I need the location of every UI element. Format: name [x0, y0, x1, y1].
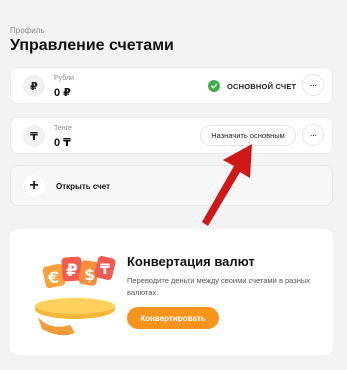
account-balance: 0 ₸ [54, 137, 71, 149]
ruble-symbol: ₽ [66, 261, 78, 281]
open-account-label: Открыть счет [56, 182, 111, 191]
account-name: Тенге [54, 125, 72, 132]
tenge-currency-icon: ₸ [23, 125, 45, 147]
account-name: Рубли [54, 75, 74, 82]
account-card-kzt[interactable]: ₸ Тенге 0 ₸ Назначить основным ··· [10, 117, 333, 154]
conversion-card: € ₽ $ ₸ Конвертация валют Переводите ден… [10, 229, 333, 355]
conversion-description: Переводите деньги между своими счетами в… [127, 276, 310, 297]
page-title: Управление счетами [10, 37, 174, 54]
main-account-badge: ОСНОВНОЙ СЧЕТ [227, 82, 297, 91]
tenge-symbol: ₸ [100, 262, 110, 278]
dollar-symbol: $ [84, 265, 95, 284]
open-account-button[interactable]: + Открыть счет [10, 165, 333, 206]
account-balance: 0 ₽ [54, 87, 71, 99]
check-icon [208, 80, 220, 92]
more-options-button[interactable]: ··· [302, 124, 324, 146]
make-main-button[interactable]: Назначить основным [200, 125, 296, 146]
more-options-button[interactable]: ··· [302, 74, 324, 96]
currency-tray-illustration: € ₽ $ ₸ [35, 255, 116, 336]
plus-icon: + [23, 175, 45, 197]
euro-symbol: € [47, 268, 59, 287]
convert-button[interactable]: Конвертировать [127, 307, 219, 329]
account-card-rub[interactable]: ₽ Рубли 0 ₽ ОСНОВНОЙ СЧЕТ ··· [10, 67, 333, 104]
ruble-currency-icon: ₽ [23, 75, 45, 97]
breadcrumb[interactable]: Профиль [10, 26, 45, 35]
conversion-title: Конвертация валют [127, 254, 255, 269]
